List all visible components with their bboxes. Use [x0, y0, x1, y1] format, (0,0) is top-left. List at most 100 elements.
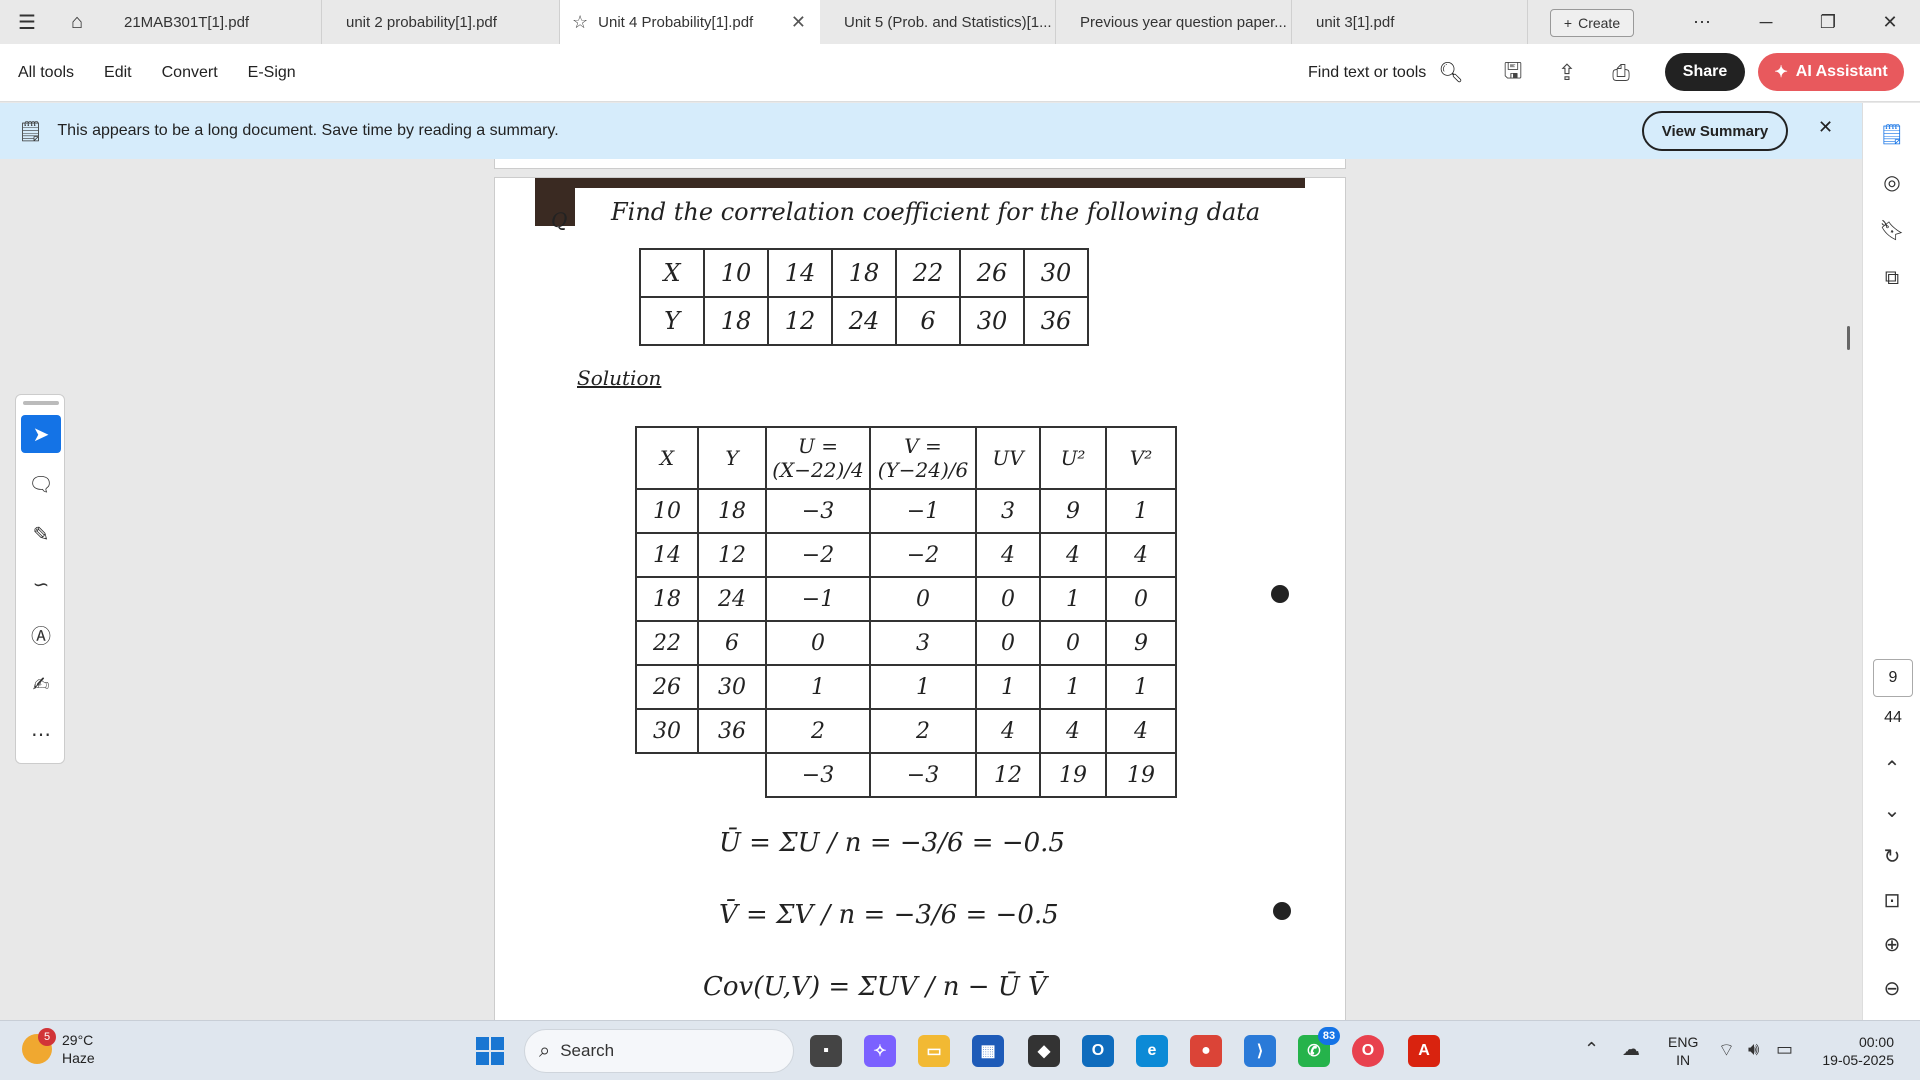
- weather-desc: Haze: [62, 1050, 95, 1066]
- file-explorer-icon[interactable]: ▭: [918, 1035, 950, 1067]
- question-text: Find the correlation coefficient for the…: [611, 198, 1261, 226]
- outlook-icon[interactable]: O: [1082, 1035, 1114, 1067]
- highlight-pen-icon[interactable]: ✎: [21, 515, 61, 553]
- clock[interactable]: 00:00 19-05-2025: [1814, 1033, 1894, 1069]
- table-cell: 0: [975, 576, 1041, 622]
- home-icon[interactable]: ⌂: [54, 0, 100, 44]
- copilot-icon[interactable]: ✧: [864, 1035, 896, 1067]
- tab-label: 21MAB301T[1].pdf: [124, 13, 250, 31]
- more-tools-icon[interactable]: ⋯: [21, 715, 61, 753]
- rotate-icon[interactable]: ↻: [1877, 841, 1907, 871]
- microsoft-store-icon[interactable]: ▦: [972, 1035, 1004, 1067]
- app-cube-icon[interactable]: ◆: [1028, 1035, 1060, 1067]
- language-indicator[interactable]: ENG IN: [1668, 1033, 1698, 1069]
- menu-all-tools[interactable]: All tools: [18, 64, 74, 82]
- table-header-cell: UV: [975, 426, 1041, 490]
- select-cursor-icon[interactable]: ➤: [21, 415, 61, 453]
- save-icon[interactable]: 🖫: [1498, 58, 1528, 88]
- tab-unit2-probability[interactable]: unit 2 probability[1].pdf: [322, 0, 560, 44]
- taskbar-search[interactable]: ⌕ Search: [524, 1029, 794, 1073]
- drag-handle[interactable]: [23, 401, 59, 405]
- tab-unit4-probability[interactable]: ☆ Unit 4 Probability[1].pdf ✕: [560, 0, 820, 44]
- find-text-or-tools[interactable]: Find text or tools 🔍︎: [1308, 60, 1464, 85]
- menu-esign[interactable]: E-Sign: [248, 64, 296, 82]
- edge-icon[interactable]: e: [1136, 1035, 1168, 1067]
- menu-edit[interactable]: Edit: [104, 64, 132, 82]
- create-button[interactable]: + Create: [1550, 9, 1634, 37]
- table-cell: 9: [1039, 488, 1107, 534]
- sign-icon[interactable]: ✍︎: [21, 665, 61, 703]
- vscode-icon[interactable]: ⟩: [1244, 1035, 1276, 1067]
- tab-unit5[interactable]: Unit 5 (Prob. and Statistics)[1...: [820, 0, 1056, 44]
- table-cell: 4: [1105, 532, 1177, 578]
- page-down-icon[interactable]: ⌄: [1877, 795, 1907, 825]
- scrollbar-thumb[interactable]: [1847, 326, 1850, 350]
- table-cell: −3: [765, 488, 871, 534]
- table-total-cell: 19: [1039, 752, 1107, 798]
- close-tab-icon[interactable]: ✕: [791, 12, 806, 33]
- tab-unit3[interactable]: unit 3[1].pdf: [1292, 0, 1528, 44]
- table-cell: 3: [975, 488, 1041, 534]
- text-box-icon[interactable]: Ⓐ: [21, 615, 61, 653]
- table-cell: 12: [767, 296, 833, 346]
- ai-assistant-button[interactable]: ✦ AI Assistant: [1758, 53, 1904, 91]
- task-view-icon[interactable]: ▪: [810, 1035, 842, 1067]
- banner-text: This appears to be a long document. Save…: [57, 122, 559, 139]
- create-label: Create: [1578, 15, 1621, 31]
- hamburger-menu-icon[interactable]: ☰: [0, 0, 54, 44]
- tab-21mab301t[interactable]: 21MAB301T[1].pdf: [100, 0, 322, 44]
- table-cell: −1: [869, 488, 977, 534]
- scan-dot-mark: [1273, 902, 1291, 920]
- table-cell: 1: [1039, 576, 1107, 622]
- more-options-icon[interactable]: ⋯: [1672, 0, 1732, 44]
- onedrive-icon[interactable]: ☁: [1622, 1039, 1640, 1060]
- table-cell: −2: [765, 532, 871, 578]
- view-summary-button[interactable]: View Summary: [1642, 111, 1788, 151]
- acrobat-icon[interactable]: A: [1408, 1035, 1440, 1067]
- table-cell: 30: [635, 708, 699, 754]
- volume-icon[interactable]: 🔊︎: [1748, 1039, 1759, 1060]
- toolbar: All tools Edit Convert E-Sign Find text …: [0, 44, 1920, 102]
- page-up-icon[interactable]: ⌃: [1877, 753, 1907, 783]
- zoom-in-icon[interactable]: ⊕: [1877, 929, 1907, 959]
- comment-icon[interactable]: ◎: [1877, 167, 1907, 197]
- menu-convert[interactable]: Convert: [162, 64, 218, 82]
- wifi-icon[interactable]: ⌔: [1718, 1039, 1735, 1062]
- share-button[interactable]: Share: [1665, 53, 1745, 91]
- battery-icon[interactable]: ▭: [1776, 1039, 1793, 1060]
- draw-freehand-icon[interactable]: ∽: [21, 565, 61, 603]
- table-row: 10 18 −3 −1 3 9 1: [635, 488, 1177, 534]
- tab-label: Previous year question paper...: [1080, 13, 1287, 31]
- close-banner-icon[interactable]: ✕: [1818, 117, 1833, 138]
- solution-heading: Solution: [577, 366, 662, 390]
- add-comment-icon[interactable]: 🗨︎: [21, 465, 61, 503]
- fit-page-icon[interactable]: ⊡: [1877, 885, 1907, 915]
- bookmark-icon[interactable]: 🔖︎: [1877, 215, 1907, 245]
- table-cell: 36: [697, 708, 767, 754]
- chrome-icon[interactable]: ●: [1190, 1035, 1222, 1067]
- minimize-icon[interactable]: ─: [1736, 0, 1796, 44]
- find-label: Find text or tools: [1308, 63, 1427, 81]
- table-cell: 0: [1039, 620, 1107, 666]
- windows-start-icon[interactable]: [476, 1037, 504, 1065]
- formula-covariance: Cov(U,V) = ΣUV / n − Ū V̄: [703, 972, 1047, 1002]
- show-hidden-icons-chevron-icon[interactable]: ⌃: [1584, 1039, 1599, 1060]
- plus-icon: +: [1563, 15, 1573, 31]
- table-cell: 14: [635, 532, 699, 578]
- close-window-icon[interactable]: ✕: [1860, 0, 1920, 44]
- restore-icon[interactable]: ❐: [1798, 0, 1858, 44]
- star-icon[interactable]: ☆: [572, 12, 588, 33]
- table-totals-row: −3 −3 12 19 19: [636, 752, 1177, 798]
- tab-label: unit 2 probability[1].pdf: [346, 13, 497, 31]
- pages-icon[interactable]: ⧉: [1877, 263, 1907, 293]
- print-icon[interactable]: ⎙: [1606, 58, 1636, 88]
- table-cell: 30: [1023, 248, 1089, 298]
- page-number-input[interactable]: 9: [1873, 659, 1913, 697]
- tab-previous-year[interactable]: Previous year question paper...: [1056, 0, 1292, 44]
- summary-panel-icon[interactable]: 🗒︎: [1877, 119, 1907, 149]
- upload-cloud-icon[interactable]: ⇪: [1552, 58, 1582, 88]
- zoom-out-icon[interactable]: ⊖: [1877, 973, 1907, 1003]
- weather-widget[interactable]: 5 29°C Haze: [22, 1028, 95, 1067]
- whatsapp-icon[interactable]: ✆ 83: [1298, 1027, 1340, 1067]
- opera-icon[interactable]: O: [1352, 1035, 1384, 1067]
